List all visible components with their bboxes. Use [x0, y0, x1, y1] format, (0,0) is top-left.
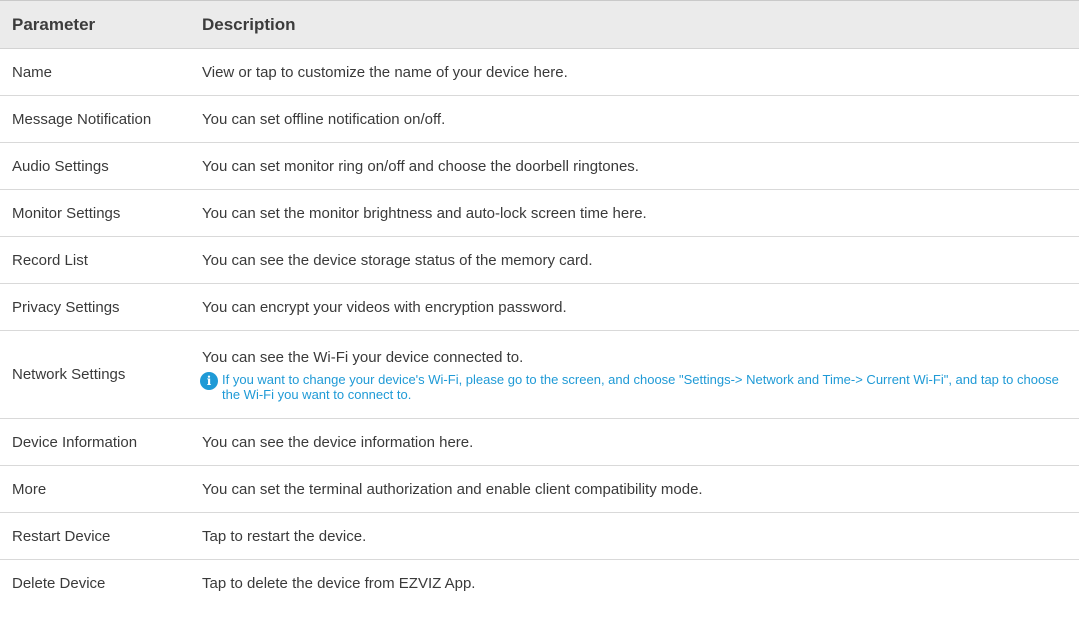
- table-row: More You can set the terminal authorizat…: [0, 466, 1079, 513]
- parameter-name: Privacy Settings: [12, 298, 120, 316]
- parameter-table: Parameter Description Name View or tap t…: [0, 0, 1079, 607]
- info-icon: i: [200, 372, 218, 390]
- table-row: Delete Device Tap to delete the device f…: [0, 560, 1079, 607]
- parameter-name: Delete Device: [12, 575, 106, 592]
- parameter-description: Tap to delete the device from EZVIZ App.: [202, 575, 476, 592]
- table-row: Privacy Settings You can encrypt your vi…: [0, 284, 1079, 331]
- parameter-name: More: [12, 480, 47, 498]
- parameter-description: You can set the monitor brightness and a…: [202, 204, 647, 222]
- parameter-description: You can set the terminal authorization a…: [202, 480, 703, 498]
- parameter-description: You can set monitor ring on/off and choo…: [202, 157, 639, 175]
- parameter-description: You can see the device storage status of…: [202, 251, 593, 269]
- parameter-name: Audio Settings: [12, 157, 109, 175]
- header-description: Description: [202, 14, 296, 34]
- header-parameter: Parameter: [12, 14, 96, 34]
- table-row: Restart Device Tap to restart the device…: [0, 513, 1079, 560]
- parameter-description: You can see the Wi-Fi your device connec…: [202, 349, 524, 366]
- parameter-name: Name: [12, 63, 53, 81]
- table-row: Network Settings You can see the Wi-Fi y…: [0, 331, 1079, 419]
- table-row: Audio Settings You can set monitor ring …: [0, 143, 1079, 190]
- info-note-text: If you want to change your device's Wi-F…: [222, 372, 1059, 402]
- info-note: i If you want to change your device's Wi…: [200, 372, 1071, 402]
- table-row: Name View or tap to customize the name o…: [0, 49, 1079, 96]
- parameter-name: Restart Device: [12, 527, 111, 545]
- table-header-row: Parameter Description: [0, 1, 1079, 49]
- parameter-description: You can set offline notification on/off.: [202, 110, 446, 128]
- parameter-description: You can see the device information here.: [202, 433, 474, 451]
- table-row: Monitor Settings You can set the monitor…: [0, 190, 1079, 237]
- parameter-description: You can encrypt your videos with encrypt…: [202, 298, 567, 316]
- parameter-description: Tap to restart the device.: [202, 527, 367, 545]
- parameter-name: Message Notification: [12, 110, 152, 128]
- table-row: Message Notification You can set offline…: [0, 96, 1079, 143]
- table-row: Device Information You can see the devic…: [0, 419, 1079, 466]
- parameter-description-cell: You can see the Wi-Fi your device connec…: [200, 347, 1079, 402]
- parameter-name: Device Information: [12, 433, 138, 451]
- parameter-name: Network Settings: [12, 366, 126, 383]
- parameter-name: Monitor Settings: [12, 204, 121, 222]
- parameter-name: Record List: [12, 251, 88, 269]
- table-row: Record List You can see the device stora…: [0, 237, 1079, 284]
- parameter-description: View or tap to customize the name of you…: [202, 63, 568, 81]
